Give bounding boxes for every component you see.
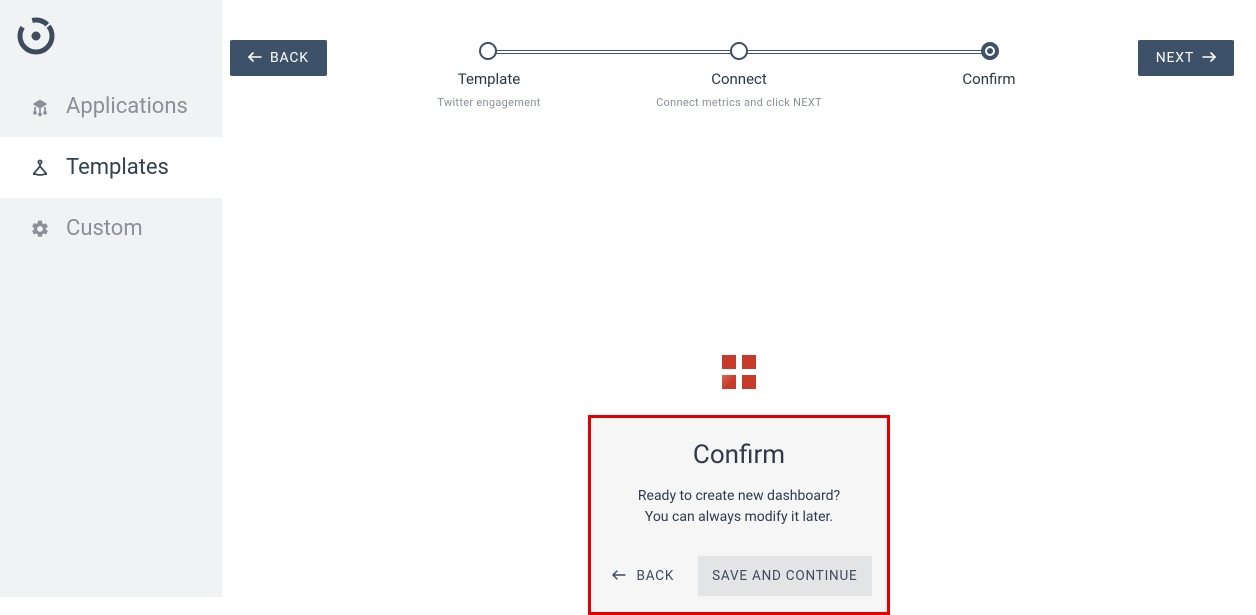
arrow-right-icon <box>1202 50 1216 66</box>
step-label: Confirm <box>919 70 1059 88</box>
step-template: Template Twitter engagement <box>419 70 559 109</box>
back-button-label: BACK <box>270 50 309 66</box>
sidebar-item-label: Custom <box>66 216 143 241</box>
step-sublabel: Twitter engagement <box>419 96 559 109</box>
arrow-left-icon <box>612 568 626 584</box>
sidebar-item-label: Templates <box>66 155 169 180</box>
step-dot-confirm[interactable] <box>981 42 999 60</box>
arrow-left-icon <box>248 50 262 66</box>
confirm-text-line1: Ready to create new dashboard? <box>603 486 875 507</box>
step-connect: Connect Connect metrics and click NEXT <box>629 70 849 109</box>
step-sublabel: Connect metrics and click NEXT <box>629 96 849 109</box>
step-dot-template[interactable] <box>479 42 497 60</box>
sidebar-item-templates[interactable]: Templates <box>0 137 222 198</box>
confirm-panel: Confirm Ready to create new dashboard? Y… <box>588 415 890 615</box>
app-logo <box>0 0 222 76</box>
sidebar: Applications Templates Custom <box>0 0 222 597</box>
main-content: BACK NEXT Template Twitter engagement Co… <box>222 0 1256 597</box>
sidebar-item-custom[interactable]: Custom <box>0 198 222 259</box>
templates-icon <box>30 158 50 178</box>
step-label: Template <box>419 70 559 88</box>
back-button[interactable]: BACK <box>230 40 327 76</box>
step-label: Connect <box>629 70 849 88</box>
confirm-text-line2: You can always modify it later. <box>603 507 875 528</box>
custom-icon <box>30 219 50 239</box>
save-and-continue-label: SAVE AND CONTINUE <box>712 568 857 584</box>
sidebar-item-label: Applications <box>66 94 188 119</box>
step-confirm: Confirm <box>919 70 1059 88</box>
next-button[interactable]: NEXT <box>1138 40 1234 76</box>
confirm-title: Confirm <box>603 440 875 470</box>
applications-icon <box>30 97 50 117</box>
save-and-continue-button[interactable]: SAVE AND CONTINUE <box>698 556 871 596</box>
sidebar-item-applications[interactable]: Applications <box>0 76 222 137</box>
step-dot-connect[interactable] <box>730 42 748 60</box>
confirm-back-button[interactable]: BACK <box>606 558 680 594</box>
confirm-back-label: BACK <box>636 568 674 584</box>
confirm-actions: BACK SAVE AND CONTINUE <box>603 556 875 596</box>
next-button-label: NEXT <box>1156 50 1194 66</box>
loading-spinner <box>722 355 756 389</box>
